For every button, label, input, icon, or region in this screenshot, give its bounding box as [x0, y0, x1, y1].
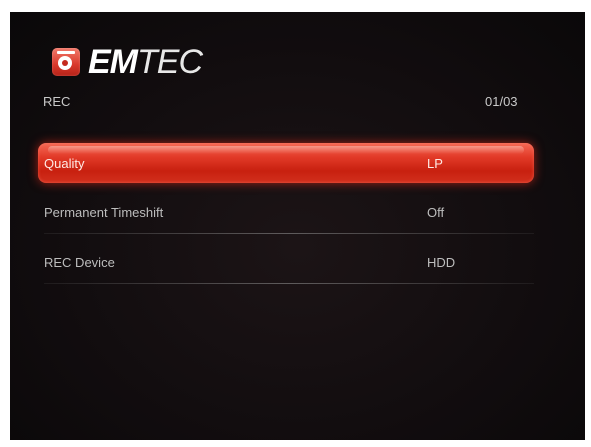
- section-title: REC: [43, 94, 71, 109]
- menu-item-label: REC Device: [44, 255, 115, 270]
- menu-divider: [44, 233, 534, 234]
- menu-item-rec-device[interactable]: REC Device HDD: [38, 238, 534, 288]
- menu-item-label: Quality: [44, 156, 85, 171]
- menu-item-value: HDD: [427, 255, 456, 270]
- settings-menu: Quality LP Permanent Timeshift Off REC D…: [38, 140, 534, 288]
- menu-item-value: LP: [427, 156, 443, 171]
- menu-divider: [44, 283, 534, 284]
- menu-item-label: Permanent Timeshift: [44, 205, 164, 220]
- brand-name: EMTEC: [88, 43, 203, 81]
- menu-item-permanent-timeshift[interactable]: Permanent Timeshift Off: [38, 188, 534, 238]
- selection-highlight: [38, 143, 534, 183]
- menu-item-quality[interactable]: Quality LP: [38, 140, 534, 188]
- menu-item-value: Off: [427, 205, 445, 220]
- tv-screen: EMTEC REC 01/03 Quality LP Permanent Tim…: [10, 12, 585, 440]
- record-disc-icon: [52, 48, 80, 76]
- page-counter: 01/03: [485, 94, 518, 109]
- brand-logo: EMTEC: [52, 42, 203, 82]
